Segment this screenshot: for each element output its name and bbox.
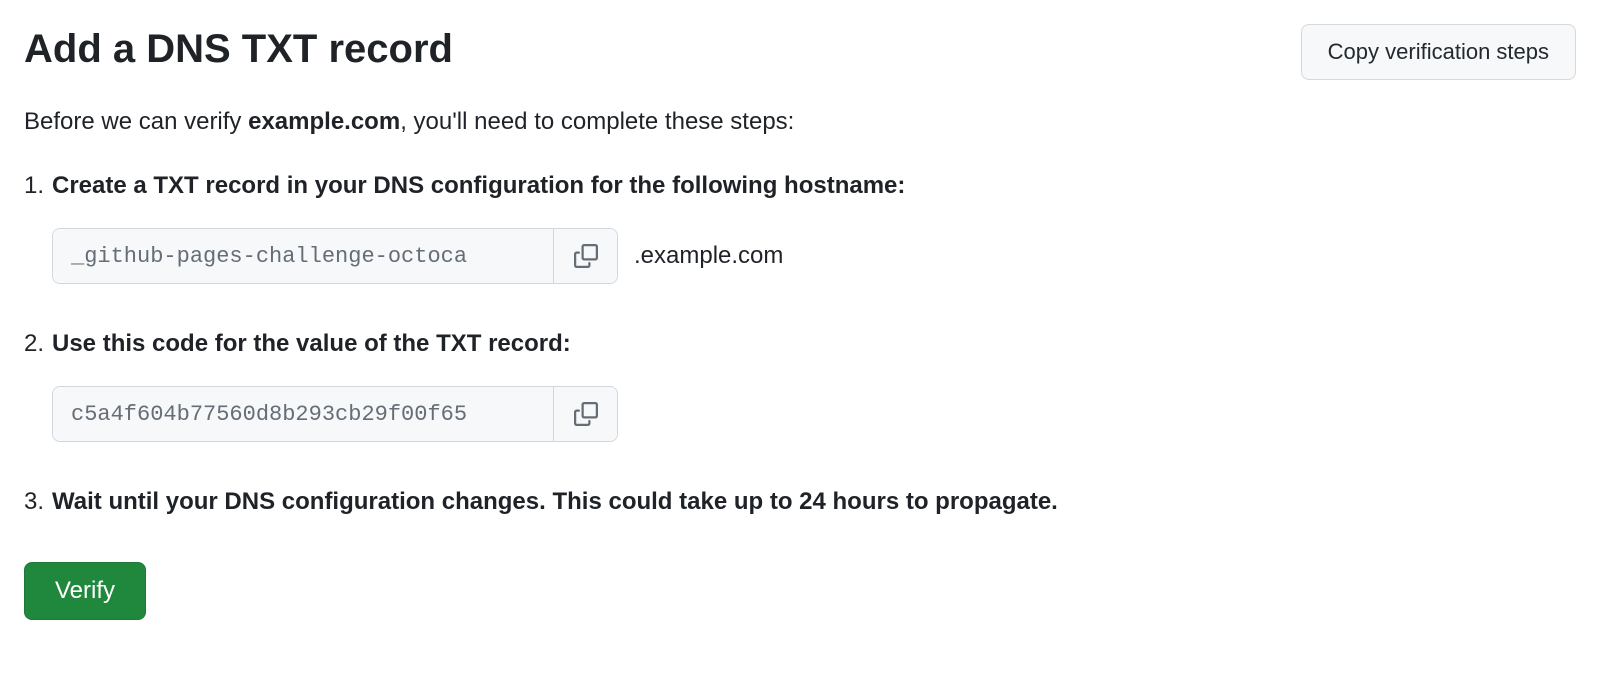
step-2-label: Use this code for the value of the TXT r… — [52, 330, 571, 357]
verify-button[interactable]: Verify — [24, 562, 146, 620]
copy-icon — [574, 402, 598, 426]
step-3: Wait until your DNS configuration change… — [52, 484, 1576, 520]
hostname-input[interactable] — [53, 229, 553, 283]
hostname-field-group — [52, 228, 618, 284]
intro-text: Before we can verify example.com, you'll… — [24, 104, 1576, 140]
copy-icon — [574, 244, 598, 268]
copy-code-button[interactable] — [553, 387, 617, 441]
hostname-domain-suffix: .example.com — [634, 238, 783, 274]
step-1-label: Create a TXT record in your DNS configur… — [52, 172, 905, 199]
copy-verification-steps-button[interactable]: Copy verification steps — [1301, 24, 1576, 80]
step-3-label: Wait until your DNS configuration change… — [52, 488, 1058, 515]
step-1: Create a TXT record in your DNS configur… — [52, 168, 1576, 284]
steps-list: Create a TXT record in your DNS configur… — [24, 168, 1576, 520]
intro-prefix: Before we can verify — [24, 108, 248, 135]
code-input[interactable] — [53, 387, 553, 441]
page-title: Add a DNS TXT record — [24, 24, 453, 74]
step-2: Use this code for the value of the TXT r… — [52, 326, 1576, 442]
copy-hostname-button[interactable] — [553, 229, 617, 283]
code-field-group — [52, 386, 618, 442]
intro-domain: example.com — [248, 108, 400, 135]
intro-suffix: , you'll need to complete these steps: — [400, 108, 794, 135]
